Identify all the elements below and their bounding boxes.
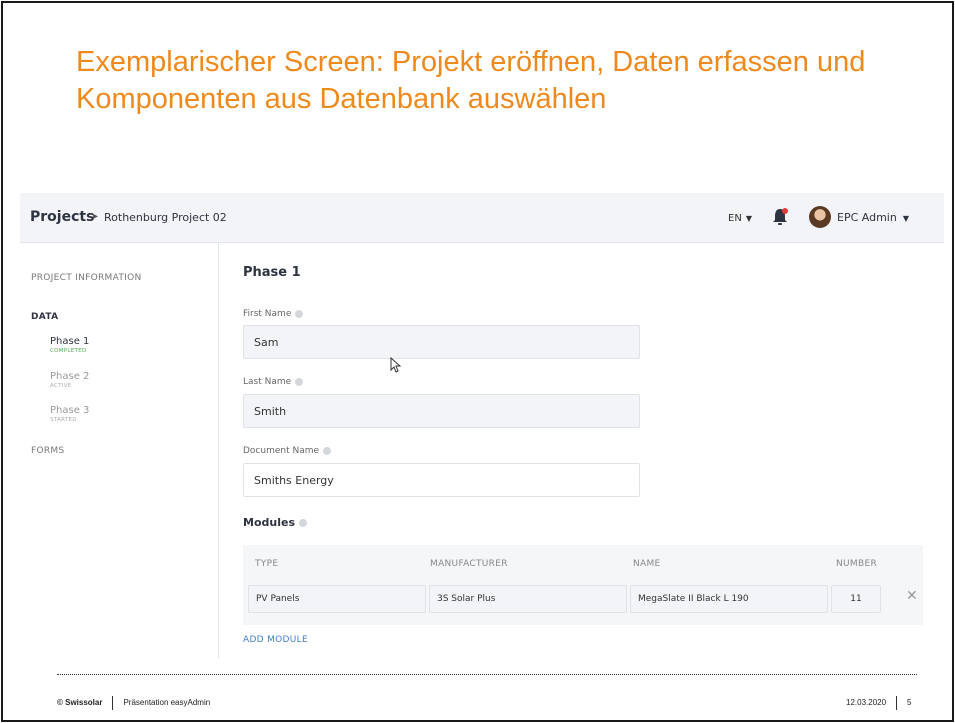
sidebar-item-phase-3[interactable]: Phase 3 STARTED bbox=[50, 405, 89, 423]
last-name-label-text: Last Name bbox=[243, 377, 292, 387]
last-name-field[interactable]: Smith bbox=[243, 394, 640, 428]
info-icon[interactable] bbox=[295, 377, 304, 386]
last-name-label: Last Name bbox=[243, 377, 304, 387]
column-header-number: NUMBER bbox=[836, 559, 877, 569]
slide-title: Exemplarischer Screen: Projekt eröffnen,… bbox=[76, 46, 866, 115]
column-header-type: TYPE bbox=[255, 559, 279, 569]
chevron-down-icon: ▼ bbox=[902, 214, 909, 223]
modules-label-text: Modules bbox=[243, 516, 295, 529]
document-name-field[interactable]: Smiths Energy bbox=[243, 463, 640, 497]
column-header-manufacturer: MANUFACTURER bbox=[430, 559, 508, 569]
first-name-label: First Name bbox=[243, 309, 304, 319]
modules-table: TYPE MANUFACTURER NAME NUMBER PV Panels … bbox=[243, 545, 923, 625]
sidebar-item-project-information[interactable]: PROJECT INFORMATION bbox=[31, 273, 142, 283]
footer-date: 12.03.2020 bbox=[846, 698, 887, 708]
chevron-down-icon: ▼ bbox=[745, 214, 752, 223]
phase-status: STARTED bbox=[50, 417, 77, 423]
info-icon[interactable] bbox=[323, 446, 332, 455]
first-name-field[interactable]: Sam bbox=[243, 325, 640, 359]
breadcrumb-separator: ▸ bbox=[93, 211, 99, 222]
modules-label: Modules bbox=[243, 516, 307, 529]
add-module-button[interactable]: ADD MODULE bbox=[243, 635, 308, 645]
mouse-cursor-icon bbox=[390, 357, 401, 373]
info-icon[interactable] bbox=[295, 309, 304, 318]
first-name-label-text: First Name bbox=[243, 309, 292, 319]
footer-right: 12.03.2020 5 bbox=[846, 696, 912, 710]
phase-name: Phase 3 bbox=[50, 405, 90, 416]
info-icon[interactable] bbox=[299, 519, 307, 527]
footer-divider bbox=[57, 674, 917, 675]
footer-separator bbox=[112, 696, 114, 710]
phase-name: Phase 2 bbox=[50, 371, 90, 382]
footer-left: © Swissolar Präsentation easyAdmin bbox=[57, 696, 210, 710]
module-name-cell[interactable]: MegaSlate II Black L 190 bbox=[630, 585, 828, 613]
sidebar-item-forms[interactable]: FORMS bbox=[31, 446, 65, 456]
phase-name: Phase 1 bbox=[50, 336, 90, 347]
footer-brand: © Swissolar bbox=[57, 698, 103, 708]
module-number-cell[interactable]: 11 bbox=[831, 585, 881, 613]
bell-icon[interactable] bbox=[771, 207, 789, 227]
language-selector[interactable]: EN ▼ bbox=[728, 213, 752, 224]
footer-presentation: Präsentation easyAdmin bbox=[123, 698, 211, 708]
phase-status: COMPLETED bbox=[50, 348, 87, 354]
document-name-label: Document Name bbox=[243, 446, 332, 456]
sidebar-item-phase-2[interactable]: Phase 2 ACTIVE bbox=[50, 371, 89, 389]
user-name: EPC Admin bbox=[837, 211, 897, 224]
column-header-name: NAME bbox=[633, 559, 661, 569]
sidebar-item-data[interactable]: DATA bbox=[31, 312, 58, 322]
sidebar-item-phase-1[interactable]: Phase 1 COMPLETED bbox=[50, 336, 89, 354]
page-title: Phase 1 bbox=[243, 265, 301, 280]
document-name-label-text: Document Name bbox=[243, 446, 320, 456]
app-screenshot: Projects ▸ Rothenburg Project 02 EN ▼ EPC… bbox=[20, 193, 944, 658]
top-bar: Projects ▸ Rothenburg Project 02 EN ▼ EPC… bbox=[20, 193, 944, 243]
module-manufacturer-cell[interactable]: 3S Solar Plus bbox=[429, 585, 627, 613]
module-type-cell[interactable]: PV Panels bbox=[248, 585, 426, 613]
language-label: EN bbox=[728, 213, 742, 224]
remove-module-icon[interactable]: ✕ bbox=[906, 588, 918, 604]
avatar[interactable] bbox=[809, 206, 831, 228]
user-menu[interactable]: EPC Admin ▼ bbox=[837, 211, 909, 224]
breadcrumb-projects[interactable]: Projects bbox=[30, 209, 94, 225]
phase-status: ACTIVE bbox=[50, 383, 72, 389]
footer-separator bbox=[896, 696, 898, 710]
page-number: 5 bbox=[907, 698, 912, 708]
main-panel: Phase 1 First Name Sam Last Name Smith D… bbox=[220, 243, 944, 658]
breadcrumb-current-project: Rothenburg Project 02 bbox=[104, 211, 227, 224]
sidebar: PROJECT INFORMATION DATA Phase 1 COMPLET… bbox=[20, 243, 219, 658]
